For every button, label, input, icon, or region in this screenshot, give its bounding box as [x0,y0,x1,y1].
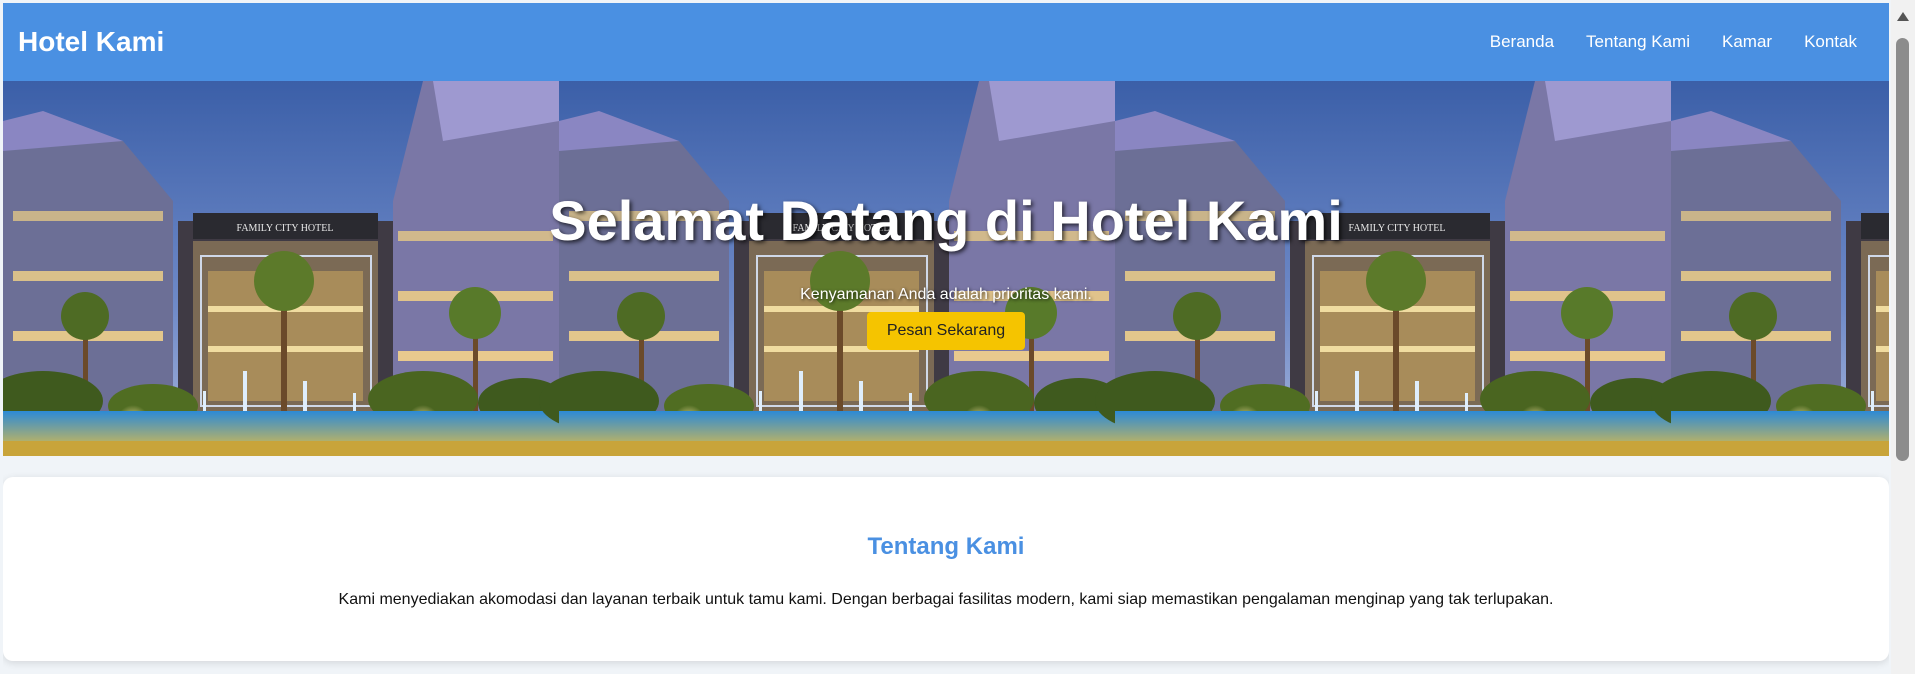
brand-logo[interactable]: Hotel Kami [18,26,164,58]
navbar: Hotel Kami Beranda Tentang Kami Kamar Ko… [3,3,1889,81]
book-now-button[interactable]: Pesan Sekarang [866,312,1026,350]
hero-content: Selamat Datang di Hotel Kami Kenyamanan … [3,81,1889,456]
scrollbar-thumb[interactable] [1896,38,1909,461]
about-heading: Tentang Kami [867,533,1025,560]
scroll-up-arrow-icon[interactable] [1897,12,1909,21]
nav-link-tentang-kami[interactable]: Tentang Kami [1586,32,1690,52]
main-nav: Beranda Tentang Kami Kamar Kontak [1490,32,1857,52]
hero-section: FAMILY CITY HOTEL [3,81,1889,456]
nav-link-kontak[interactable]: Kontak [1804,32,1857,52]
vertical-scrollbar[interactable] [1891,0,1915,674]
nav-link-beranda[interactable]: Beranda [1490,32,1554,52]
page: Hotel Kami Beranda Tentang Kami Kamar Ko… [3,3,1889,674]
about-text: Kami menyediakan akomodasi dan layanan t… [338,591,1554,608]
hero-subtitle: Kenyamanan Anda adalah prioritas kami. [800,286,1092,303]
nav-link-kamar[interactable]: Kamar [1722,32,1772,52]
about-section: Tentang Kami Kami menyediakan akomodasi … [3,477,1889,661]
hero-title: Selamat Datang di Hotel Kami [549,189,1343,252]
